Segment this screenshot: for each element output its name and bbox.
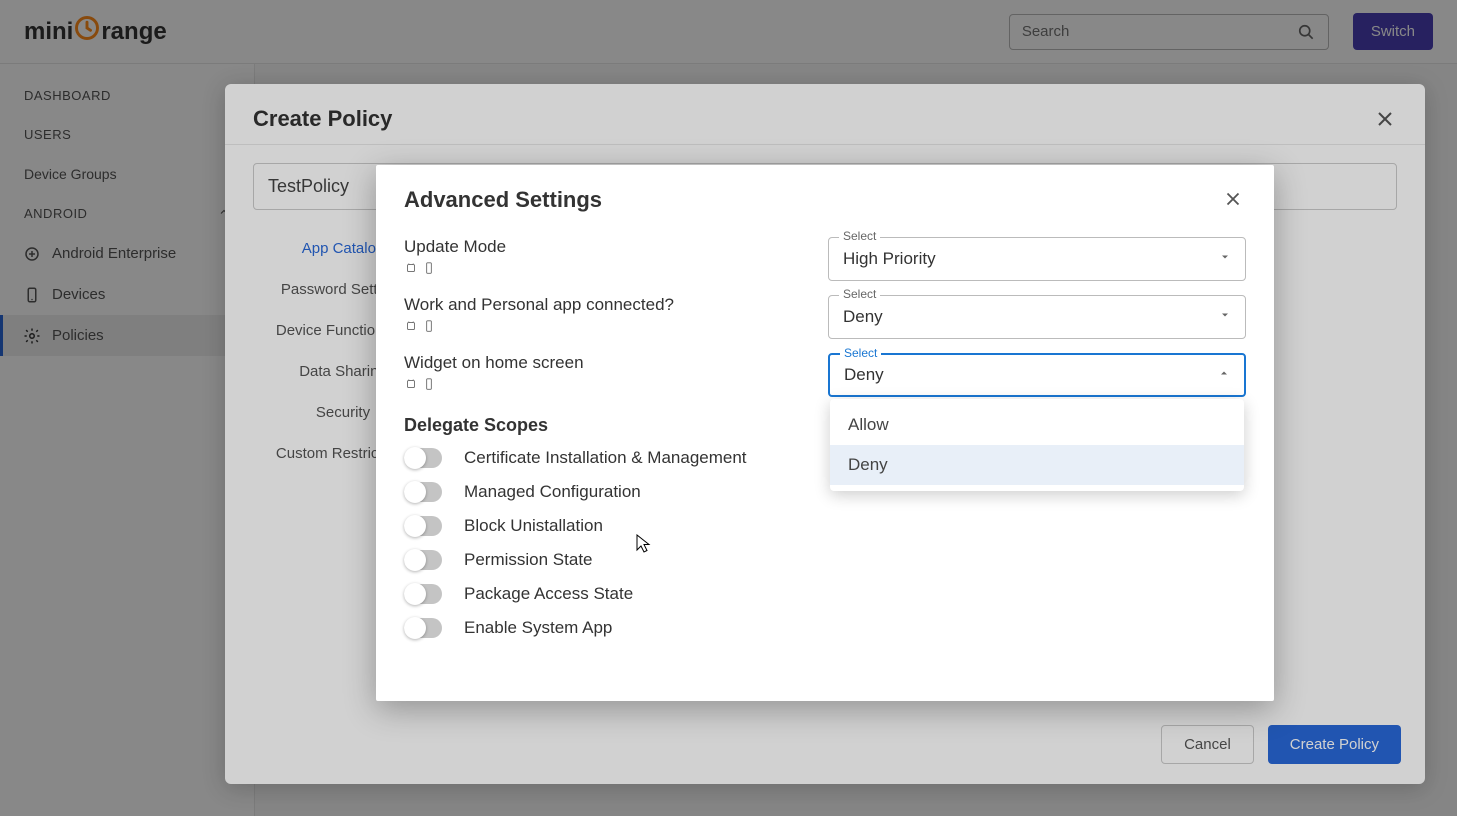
toggle-cert-install[interactable]: [404, 448, 442, 468]
android-icon: [404, 261, 418, 275]
toggle-row-permission-state: Permission State: [404, 550, 1246, 570]
android-icon: [404, 319, 418, 333]
toggle-managed-config[interactable]: [404, 482, 442, 502]
toggle-label: Enable System App: [464, 618, 612, 638]
adv-row-update-mode: Update Mode Select High Priority: [404, 237, 1246, 281]
adv-label-work-personal: Work and Personal app connected?: [404, 295, 828, 315]
toggle-row-package-access: Package Access State: [404, 584, 1246, 604]
adv-label-update-mode: Update Mode: [404, 237, 828, 257]
phone-icon: [422, 261, 436, 275]
advanced-settings-modal: Advanced Settings Update Mode Select Hig…: [376, 165, 1274, 701]
select-work-personal[interactable]: Select Deny: [828, 295, 1246, 339]
platform-icons: [404, 377, 828, 391]
advanced-settings-title: Advanced Settings: [404, 187, 602, 213]
adv-row-work-personal: Work and Personal app connected? Select …: [404, 295, 1246, 339]
select-widget-home[interactable]: Select Deny Allow Deny: [828, 353, 1246, 397]
toggle-label: Block Unistallation: [464, 516, 603, 536]
select-update-mode[interactable]: Select High Priority: [828, 237, 1246, 281]
toggle-block-uninstall[interactable]: [404, 516, 442, 536]
select-floating-label: Select: [840, 346, 881, 360]
phone-icon: [422, 319, 436, 333]
close-icon[interactable]: [1222, 188, 1246, 212]
toggle-label: Certificate Installation & Management: [464, 448, 747, 468]
chevron-down-icon: [1219, 250, 1231, 268]
toggle-package-access[interactable]: [404, 584, 442, 604]
dropdown-option-allow[interactable]: Allow: [830, 405, 1244, 445]
adv-row-widget-home: Widget on home screen Select Deny Allow …: [404, 353, 1246, 397]
select-value: Deny: [844, 365, 1218, 385]
toggle-label: Managed Configuration: [464, 482, 641, 502]
dropdown-option-deny[interactable]: Deny: [830, 445, 1244, 485]
toggle-permission-state[interactable]: [404, 550, 442, 570]
toggle-label: Package Access State: [464, 584, 633, 604]
phone-icon: [422, 377, 436, 391]
adv-label-widget-home: Widget on home screen: [404, 353, 828, 373]
android-icon: [404, 377, 418, 391]
select-floating-label: Select: [839, 287, 880, 301]
dropdown-menu: Allow Deny: [830, 399, 1244, 491]
select-value: Deny: [843, 307, 1219, 327]
toggle-label: Permission State: [464, 550, 593, 570]
chevron-up-icon: [1218, 366, 1230, 384]
chevron-down-icon: [1219, 308, 1231, 326]
toggle-row-enable-system-app: Enable System App: [404, 618, 1246, 638]
select-floating-label: Select: [839, 229, 880, 243]
platform-icons: [404, 319, 828, 333]
toggle-enable-system-app[interactable]: [404, 618, 442, 638]
select-value: High Priority: [843, 249, 1219, 269]
platform-icons: [404, 261, 828, 275]
toggle-row-block-uninstall: Block Unistallation: [404, 516, 1246, 536]
advanced-settings-header: Advanced Settings: [404, 187, 1246, 213]
